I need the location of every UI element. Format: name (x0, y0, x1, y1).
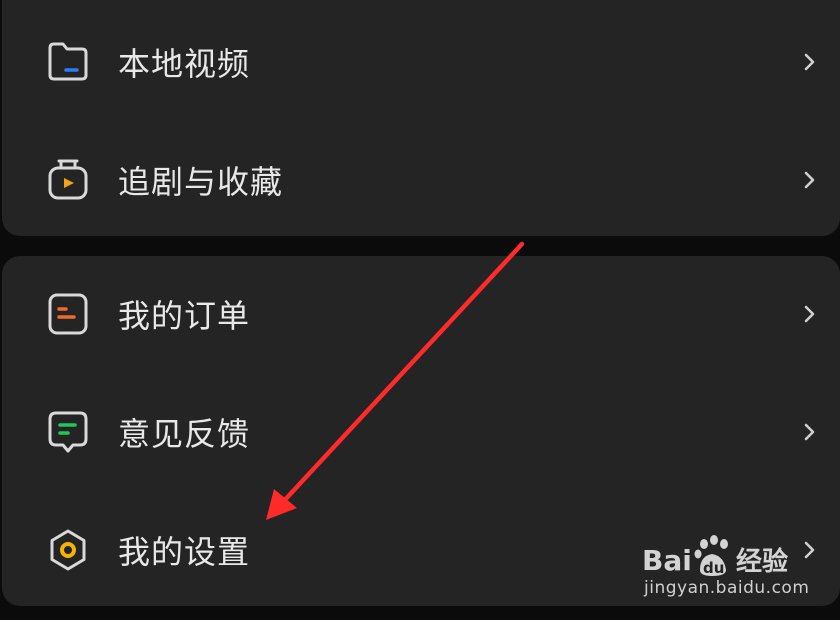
settings-hexagon-icon (44, 526, 92, 574)
svg-text:Bai: Bai (642, 544, 692, 577)
chevron-right-icon (802, 303, 818, 325)
menu-item-label: 意见反馈 (118, 415, 251, 453)
folder-icon (44, 38, 92, 86)
chevron-right-icon (802, 169, 818, 191)
menu-group-top: 本地视频 追剧与收藏 (2, 0, 840, 236)
menu-item-feedback[interactable]: 意见反馈 (2, 382, 840, 482)
menu-item-my-orders[interactable]: 我的订单 (2, 264, 840, 364)
order-document-icon (44, 290, 92, 338)
feedback-chat-icon (44, 408, 92, 456)
chevron-right-icon (802, 421, 818, 443)
menu-item-label: 本地视频 (118, 45, 251, 83)
menu-item-label: 我的设置 (118, 533, 251, 571)
watermark-url: jingyan.baidu.com (644, 578, 810, 598)
svg-text:du: du (703, 559, 724, 577)
baidu-jingyan-watermark: Bai du 经验 jingyan.baidu.com (640, 530, 820, 610)
menu-item-drama-favorites[interactable]: 追剧与收藏 (2, 130, 840, 230)
menu-item-label: 追剧与收藏 (118, 163, 284, 201)
menu-item-label: 我的订单 (118, 297, 251, 335)
svg-text:经验: 经验 (736, 546, 788, 577)
baidu-jingyan-logo: Bai du 经验 (642, 535, 788, 577)
menu-item-local-video[interactable]: 本地视频 (2, 12, 840, 112)
tv-play-icon (44, 156, 92, 204)
chevron-right-icon (802, 51, 818, 73)
